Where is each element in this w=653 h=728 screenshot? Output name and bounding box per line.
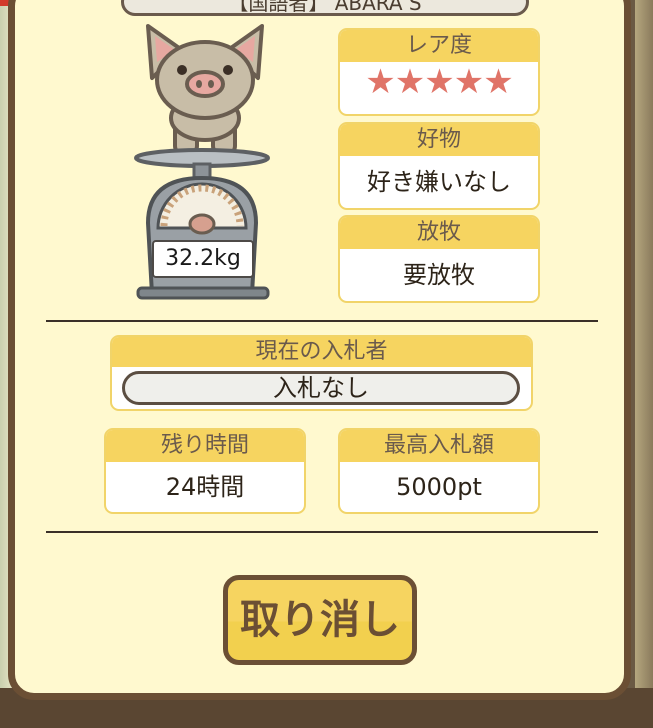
highest-bid-label: 最高入札額 [340, 430, 538, 462]
grazing-label: 放牧 [340, 217, 538, 249]
highest-bid-value: 5000pt [396, 473, 482, 501]
current-bidder-label: 現在の入札者 [112, 337, 531, 367]
highest-bid-card: 最高入札額 5000pt [338, 428, 540, 514]
rarity-card: レア度 ★★★★★ [338, 28, 540, 116]
favorite-label: 好物 [340, 124, 538, 156]
background-right [635, 0, 653, 728]
grazing-card: 放牧 要放牧 [338, 215, 540, 303]
rarity-stars: ★★★★★ [365, 62, 513, 102]
favorite-value: 好き嫌いなし [367, 168, 511, 196]
page-title: 【国語者】 ABARA S [228, 0, 422, 15]
rarity-label: レア度 [340, 30, 538, 62]
remaining-time-value: 24時間 [165, 473, 245, 501]
favorite-card: 好物 好き嫌いなし [338, 122, 540, 210]
remaining-time-card: 残り時間 24時間 [104, 428, 306, 514]
divider-bottom [46, 531, 598, 533]
current-bidder-value: 入札なし [122, 371, 520, 405]
title-bar: 【国語者】 ABARA S [121, 0, 529, 16]
remaining-time-label: 残り時間 [106, 430, 304, 462]
grazing-value: 要放牧 [403, 261, 475, 289]
cancel-button[interactable]: 取り消し [223, 575, 417, 665]
current-bidder-card: 現在の入札者 入札なし [110, 335, 533, 411]
weight-display: 32.2kg [152, 240, 254, 278]
divider-top [46, 320, 598, 322]
